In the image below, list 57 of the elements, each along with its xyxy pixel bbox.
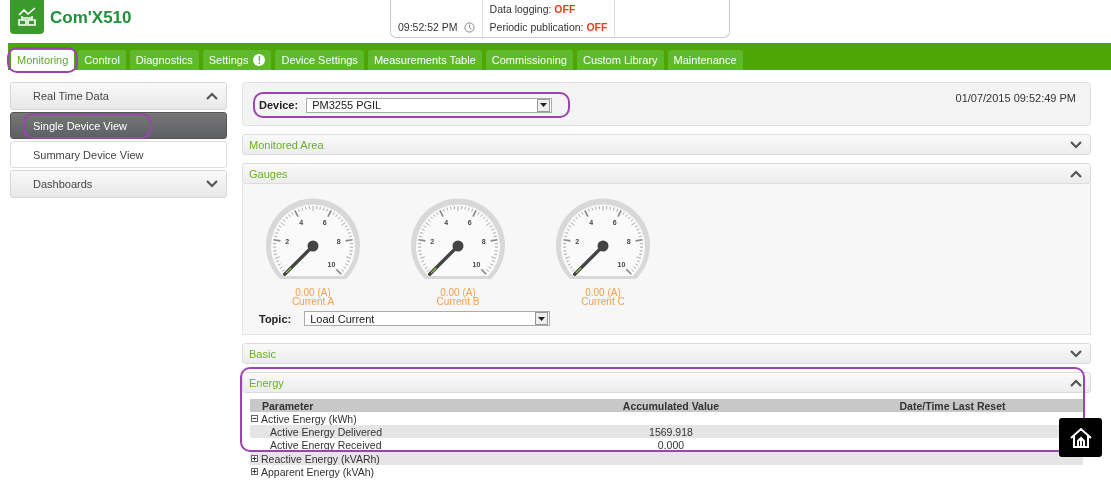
dropdown-field[interactable]: Load Current xyxy=(304,311,551,326)
app-logo-icon xyxy=(10,0,44,34)
nav-tab[interactable]: Control xyxy=(78,50,126,70)
chevron-down-icon xyxy=(206,180,218,188)
collapse-icon[interactable] xyxy=(251,415,258,422)
chevron-up-icon xyxy=(206,92,218,100)
table-cell: Active Energy (kWh) xyxy=(261,412,357,425)
nav-tab[interactable]: Device Settings xyxy=(275,50,364,70)
nav-tab[interactable]: Maintenance xyxy=(667,50,743,70)
chevron-up-icon xyxy=(1070,169,1082,178)
gauge-reading: 0.00 (A) xyxy=(440,288,476,297)
data-logging-value: OFF xyxy=(554,3,576,15)
section-header[interactable]: Gauges xyxy=(242,163,1091,184)
timestamp: 01/07/2015 09:52:49 PM xyxy=(955,92,1076,106)
table-cell-text: 1569.918 xyxy=(648,425,694,438)
device-label: Device: xyxy=(259,99,299,111)
home-button[interactable] xyxy=(1059,418,1102,457)
gauge-needle xyxy=(428,240,464,276)
sidebar-item[interactable]: Summary Device View xyxy=(10,141,227,168)
publication-label: Periodic publication: xyxy=(489,21,584,33)
clock-time: 09:52:52 PM xyxy=(398,21,458,33)
gauge-label: Current B xyxy=(436,297,480,306)
nav-tab[interactable]: Custom Library xyxy=(577,50,664,70)
chevron-down-icon xyxy=(1070,349,1082,358)
sidebar-group-header[interactable]: Real Time Data xyxy=(10,82,227,110)
nav-tab[interactable]: Measurements Table xyxy=(367,50,482,70)
alert-badge: ! xyxy=(253,54,266,66)
dropdown-field[interactable]: PM3255 PGIL xyxy=(306,97,553,113)
gauge-needle xyxy=(283,240,319,276)
table-cell-text: 0.000 xyxy=(656,438,686,451)
nav-tab[interactable]: Diagnostics xyxy=(129,50,199,70)
gauge-reading: 0.00 (A) xyxy=(585,288,621,297)
section-header[interactable]: Basic xyxy=(242,343,1091,364)
chevron-down-icon xyxy=(1070,140,1082,149)
table-cell: Reactive Energy (kVARh) xyxy=(261,452,380,465)
gauge-label: Current C xyxy=(581,297,625,306)
expand-icon[interactable] xyxy=(251,468,258,475)
nav-tab[interactable]: Settings ! xyxy=(202,50,272,70)
gauge-reading: 0.00 (A) xyxy=(295,288,331,297)
section-header[interactable]: Energy xyxy=(242,372,1091,393)
topic-label: Topic: xyxy=(259,312,292,325)
table-cell-text: Active Energy Delivered xyxy=(269,425,384,438)
gauge-needle xyxy=(573,240,609,276)
table-header: Parameter Accumulated Value Date/Time Last Reset xyxy=(250,399,1083,412)
expand-icon[interactable] xyxy=(251,455,258,462)
table-cell: Apparent Energy (kVAh) xyxy=(261,465,375,478)
app-title: Com'X510 xyxy=(50,8,133,28)
data-logging-label: Data logging: xyxy=(489,3,552,15)
publication-value: OFF xyxy=(586,21,608,33)
clock-icon xyxy=(463,21,475,33)
chevron-up-icon xyxy=(1070,378,1082,387)
home-icon xyxy=(1068,426,1093,449)
sidebar-group-header[interactable]: Dashboards xyxy=(10,170,227,198)
gauge-label: Current A xyxy=(291,297,335,306)
nav-tab[interactable]: Commissioning xyxy=(485,50,573,70)
section-header[interactable]: Monitored Area xyxy=(242,134,1091,155)
sidebar-item[interactable]: Single Device View xyxy=(10,112,227,139)
